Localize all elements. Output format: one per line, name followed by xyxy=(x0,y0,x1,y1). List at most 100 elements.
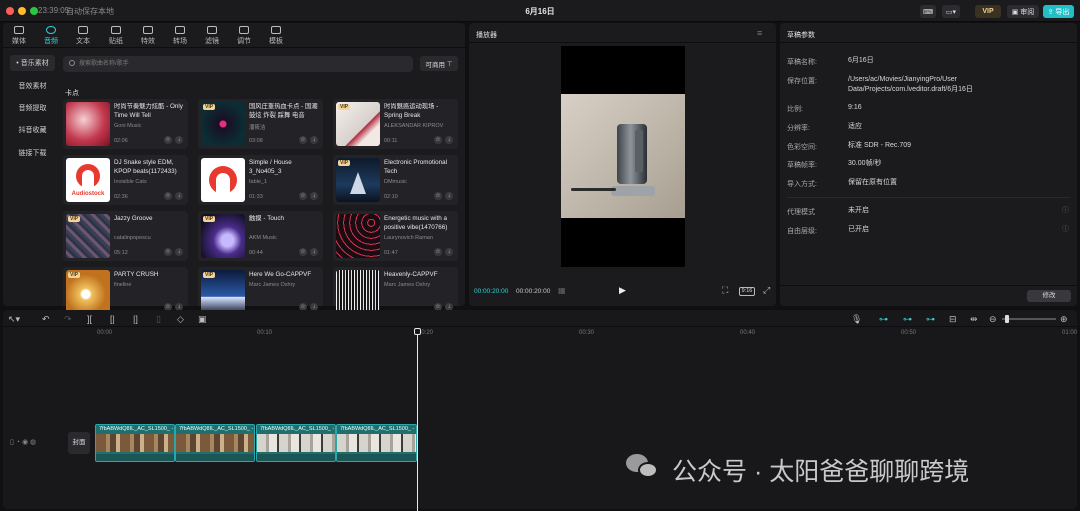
download-icon[interactable]: ↓ xyxy=(445,192,453,200)
select-tool-icon[interactable]: ↖▾ xyxy=(8,314,20,325)
download-icon[interactable]: ↓ xyxy=(445,136,453,144)
text-icon xyxy=(78,26,88,34)
album-cover xyxy=(336,214,380,258)
favorite-icon[interactable]: ☆ xyxy=(299,136,307,144)
music-card[interactable]: VIP Here We Go-CAPPVF Marc James Oshry ☆… xyxy=(198,267,323,314)
vip-button[interactable]: VIP xyxy=(975,5,1001,18)
sidebar-item-audio-extract[interactable]: 音频提取 xyxy=(10,100,55,116)
expand-icon[interactable]: ⤢ xyxy=(763,285,770,296)
album-cover xyxy=(66,102,110,146)
microphone-icon[interactable]: 🎙 xyxy=(851,314,862,325)
linkage-icon[interactable]: ⊶ xyxy=(926,314,935,325)
download-icon[interactable]: ↓ xyxy=(175,136,183,144)
modify-button[interactable]: 修改 xyxy=(1027,290,1071,302)
music-card[interactable]: VIP Electronic Promotional Tech DMmusic … xyxy=(333,155,458,205)
tab-effects[interactable]: 特效 xyxy=(135,26,161,46)
screenshot-icon[interactable]: ▣ xyxy=(198,314,207,325)
tab-sticker[interactable]: 贴纸 xyxy=(103,26,129,46)
play-button[interactable]: ▶ xyxy=(619,285,626,296)
prop-label: 代理模式 xyxy=(787,209,815,216)
track-title: Simple / House 3_No405_3 xyxy=(249,159,292,175)
vip-badge: VIP xyxy=(203,272,216,278)
align-icon[interactable]: ⇹ xyxy=(970,314,978,325)
tab-media[interactable]: 媒体 xyxy=(6,26,32,46)
playhead[interactable] xyxy=(417,328,418,511)
download-icon[interactable]: ↓ xyxy=(175,248,183,256)
zoom-in-icon[interactable]: ⊕ xyxy=(1060,314,1068,325)
preview-canvas[interactable] xyxy=(561,46,685,267)
info-icon[interactable]: ⓘ xyxy=(1062,224,1069,234)
music-card[interactable]: VIP 触摸 - Touch AKM Music 00:44 ☆ ↓ xyxy=(198,211,323,261)
fullscreen-crop-icon[interactable]: ⛶ xyxy=(722,285,728,296)
favorite-icon[interactable]: ☆ xyxy=(434,248,442,256)
video-clip[interactable]: 7fbABWdQ8IL_AC_SL1500_ - xyxy=(256,424,336,462)
tab-filters[interactable]: 滤镜 xyxy=(199,26,225,46)
sidebar-item-douyin-favorites[interactable]: 抖音收藏 xyxy=(10,122,55,138)
download-icon[interactable]: ↓ xyxy=(445,248,453,256)
music-card[interactable]: 时尚节奏魅力炫酷 - Only Time Will Tell Goni Musi… xyxy=(63,99,188,149)
search-input[interactable]: 搜索歌曲名称/歌手 xyxy=(63,56,413,72)
music-card[interactable]: Energetic music with a positive vibe(147… xyxy=(333,211,458,261)
zoom-slider[interactable] xyxy=(1002,318,1056,320)
favorite-icon[interactable]: ☆ xyxy=(164,192,172,200)
tab-label: 转场 xyxy=(173,38,187,45)
tab-label: 特效 xyxy=(141,38,155,45)
zoom-slider-handle[interactable] xyxy=(1005,315,1009,323)
tab-text[interactable]: 文本 xyxy=(70,26,96,46)
export-button[interactable]: ⇪ 导出 xyxy=(1043,5,1074,18)
info-icon[interactable]: ⓘ xyxy=(1062,205,1069,215)
section-divider xyxy=(787,197,1070,198)
video-clip[interactable]: 7fbABWdQ8IL_AC_SL1500_ - xyxy=(175,424,255,462)
timecode-toggle-icon[interactable]: ▦ xyxy=(558,286,566,295)
delete-icon[interactable]: ▯ xyxy=(156,314,161,325)
sidebar-item-sound-effects[interactable]: 音效素材 xyxy=(10,78,55,94)
download-icon[interactable]: ↓ xyxy=(310,136,318,144)
playhead-handle[interactable] xyxy=(414,328,421,335)
aspect-ratio-button[interactable]: 9:16 xyxy=(739,287,755,296)
tab-audio[interactable]: 音频 xyxy=(38,26,64,46)
favorite-icon[interactable]: ☆ xyxy=(164,248,172,256)
music-card[interactable]: VIP PARTY CRUSH fineline ☆ ↓ xyxy=(63,267,188,314)
undo-icon[interactable]: ↶ xyxy=(42,314,50,325)
sidebar-item-music[interactable]: • 音乐素材 xyxy=(10,55,55,71)
main-track-link-icon[interactable]: ⊶ xyxy=(879,314,888,325)
download-icon[interactable]: ↓ xyxy=(310,192,318,200)
review-button[interactable]: ▣ 审阅 xyxy=(1007,5,1039,18)
favorite-icon[interactable]: ☆ xyxy=(299,248,307,256)
layout-icon[interactable]: ▭▾ xyxy=(942,5,960,18)
favorite-icon[interactable]: ☆ xyxy=(164,136,172,144)
shield-icon[interactable]: ◇ xyxy=(177,314,184,325)
split-icon[interactable]: ][ xyxy=(87,314,92,324)
music-card[interactable]: Heavenly-CAPPVF Marc James Oshry ☆ ↓ xyxy=(333,267,458,314)
tab-label: 滤镜 xyxy=(205,38,219,45)
tab-adjust[interactable]: 调节 xyxy=(231,26,257,46)
music-card[interactable]: VIP 时尚魅惑运动现场 - Spring Break ALEKSANDAR K… xyxy=(333,99,458,149)
track-visibility-icon[interactable]: ▯ ◔ ◉ ◍ xyxy=(10,438,36,446)
vip-badge: VIP xyxy=(338,160,351,166)
auto-snap-icon[interactable]: ⊶ xyxy=(903,314,912,325)
download-icon[interactable]: ↓ xyxy=(175,192,183,200)
tab-transitions[interactable]: 转场 xyxy=(167,26,193,46)
split-left-icon[interactable]: [| xyxy=(110,314,115,324)
sidebar-item-link-download[interactable]: 链接下载 xyxy=(10,145,55,161)
commercial-filter-button[interactable]: 可商用 ⊤ xyxy=(420,56,458,71)
favorite-icon[interactable]: ☆ xyxy=(434,192,442,200)
split-right-icon[interactable]: |] xyxy=(133,314,138,324)
download-icon[interactable]: ↓ xyxy=(310,248,318,256)
zoom-out-icon[interactable]: ⊖ xyxy=(989,314,997,325)
music-card[interactable]: VIP Jazzy Groove catalinpopescu 05:12 ☆ ↓ xyxy=(63,211,188,261)
favorite-icon[interactable]: ☆ xyxy=(434,136,442,144)
favorite-icon[interactable]: ☆ xyxy=(299,192,307,200)
tab-templates[interactable]: 模板 xyxy=(263,26,289,46)
video-clip[interactable]: 7fbABWdQ8IL_AC_SL1500_ - xyxy=(336,424,417,462)
menu-icon[interactable]: ≡ xyxy=(757,28,762,38)
preview-axis-icon[interactable]: ⊟ xyxy=(949,314,957,325)
cover-button[interactable]: 封面 xyxy=(68,432,90,454)
prop-value-save-path: /Users/ac/Movies/JianyingPro/User Data/P… xyxy=(848,76,973,93)
redo-icon[interactable]: ↷ xyxy=(64,314,72,325)
music-card[interactable]: Simple / House 3_No405_3 fable_1 01:33 ☆… xyxy=(198,155,323,205)
music-card[interactable]: VIP 国风庄重热血卡点 - 国潮鼓炫 炸裂 踩舞 电音 潘筱洁 03:08 ☆… xyxy=(198,99,323,149)
music-card[interactable]: Audiostock DJ Snake style EDM, KPOP beat… xyxy=(63,155,188,205)
keyboard-icon[interactable]: ⌨ xyxy=(920,5,936,18)
video-clip[interactable]: 7fbABWdQ8IL_AC_SL1500_ - xyxy=(95,424,175,462)
